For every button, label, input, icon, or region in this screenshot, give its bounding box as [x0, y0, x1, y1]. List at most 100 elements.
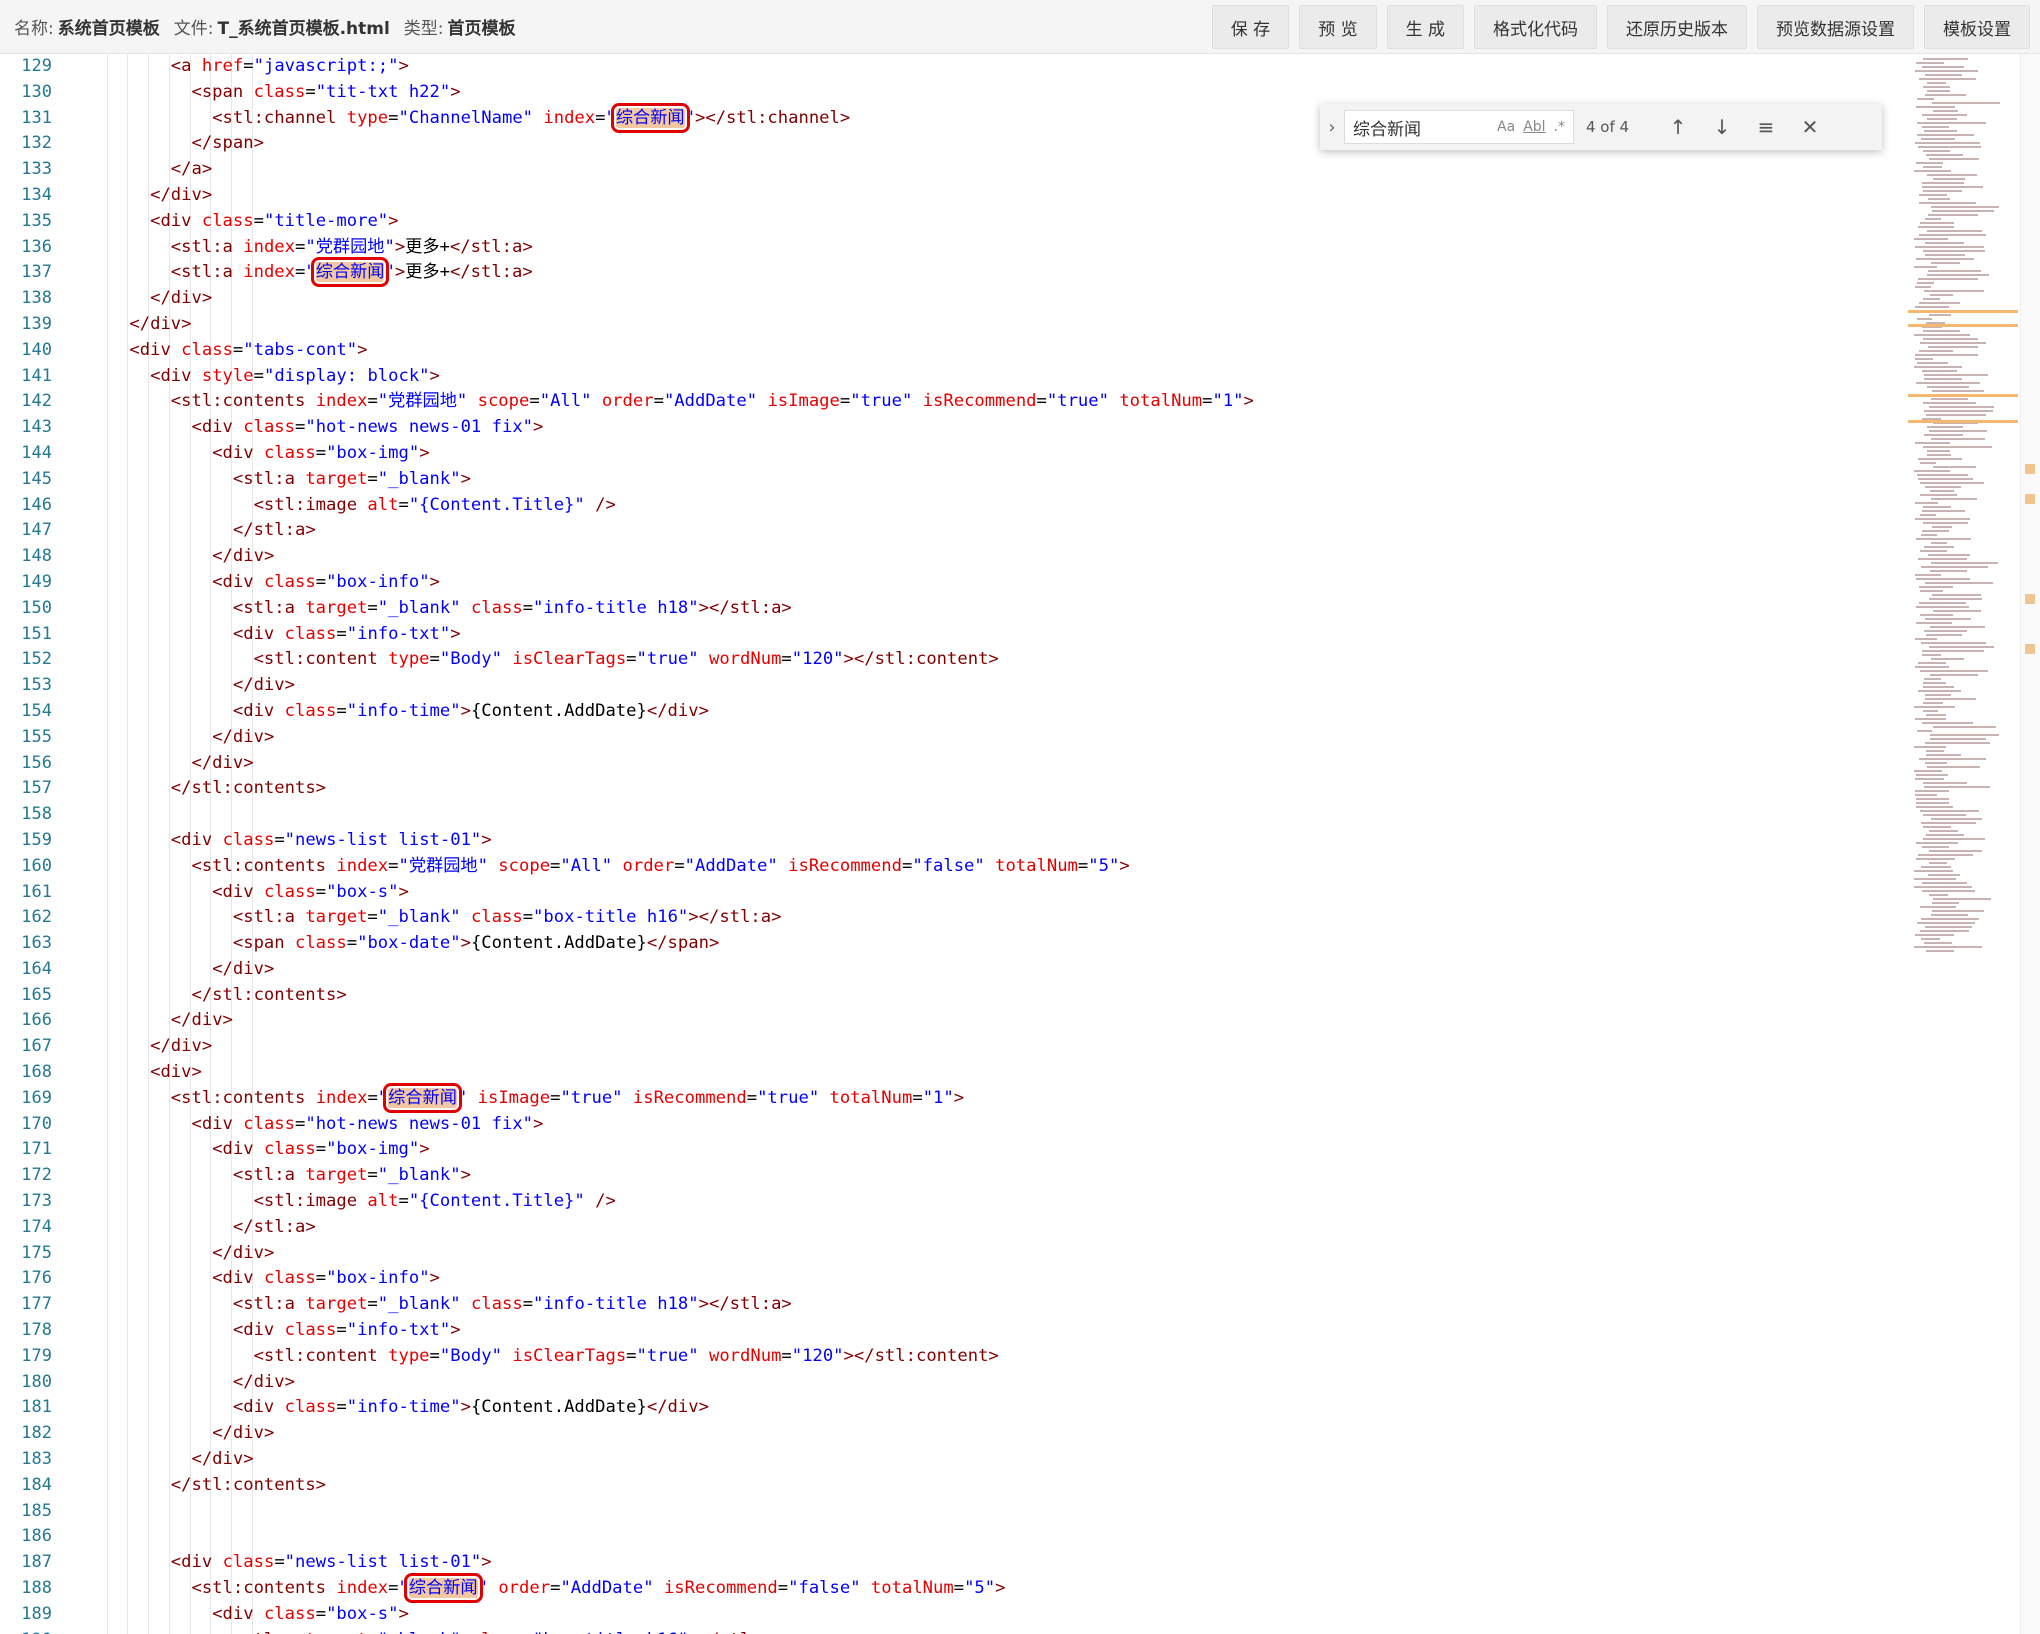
code-line[interactable]: 187 <div class="news-list list-01"> — [0, 1550, 1900, 1576]
code-line[interactable]: 158 — [0, 802, 1900, 828]
template-settings-button[interactable]: 模板设置 — [1924, 5, 2030, 49]
minimap-line — [1915, 358, 1933, 360]
line-number: 174 — [21, 1216, 52, 1237]
previous-match-icon[interactable]: ↑ — [1656, 107, 1700, 147]
code-line[interactable]: 157 </stl:contents> — [0, 776, 1900, 802]
code-line[interactable]: 165 </stl:contents> — [0, 983, 1900, 1009]
close-icon[interactable]: ✕ — [1788, 107, 1832, 147]
code-line[interactable]: 156 </div> — [0, 751, 1900, 777]
code-line[interactable]: 133 </a> — [0, 157, 1900, 183]
format-code-button[interactable]: 格式化代码 — [1474, 5, 1597, 49]
code-line[interactable]: 155 </div> — [0, 725, 1900, 751]
code-line[interactable]: 136 <stl:a index="党群园地">更多+</stl:a> — [0, 235, 1900, 261]
code-line[interactable]: 183 </div> — [0, 1447, 1900, 1473]
code-line[interactable]: 144 <div class="box-img"> — [0, 441, 1900, 467]
minimap-line — [1925, 254, 1965, 256]
code-line[interactable]: 170 <div class="hot-news news-01 fix"> — [0, 1112, 1900, 1138]
code-line[interactable]: 147 </stl:a> — [0, 518, 1900, 544]
code-line[interactable]: 186 — [0, 1524, 1900, 1550]
code-line[interactable]: 153 </div> — [0, 673, 1900, 699]
code-line[interactable]: 152 <stl:content type="Body" isClearTags… — [0, 647, 1900, 673]
code-lines[interactable]: 129 <a href="javascript:;"> 130 <span cla… — [0, 54, 1900, 1634]
code-line[interactable]: 181 <div class="info-time">{Content.AddD… — [0, 1395, 1900, 1421]
code-line[interactable]: 164 </div> — [0, 957, 1900, 983]
minimap-line — [1931, 498, 1977, 500]
code-line[interactable]: 146 <stl:image alt="{Content.Title}" /> — [0, 493, 1900, 519]
save-button[interactable]: 保 存 — [1211, 5, 1290, 49]
code-line[interactable]: 162 <stl:a target="_blank" class="box-ti… — [0, 905, 1900, 931]
code-line[interactable]: 161 <div class="box-s"> — [0, 880, 1900, 906]
minimap-line — [1932, 594, 1981, 596]
code-line[interactable]: 173 <stl:image alt="{Content.Title}" /> — [0, 1189, 1900, 1215]
line-number: 171 — [21, 1139, 52, 1160]
minimap-line — [1928, 270, 1981, 272]
minimap-line — [1920, 810, 1979, 812]
code-line[interactable]: 151 <div class="info-txt"> — [0, 622, 1900, 648]
code-line[interactable]: 150 <stl:a target="_blank" class="info-t… — [0, 596, 1900, 622]
code-line[interactable]: 176 <div class="box-info"> — [0, 1266, 1900, 1292]
code-line[interactable]: 179 <stl:content type="Body" isClearTags… — [0, 1344, 1900, 1370]
whole-word-icon[interactable]: Abl — [1523, 119, 1545, 135]
preview-button[interactable]: 预 览 — [1299, 5, 1377, 49]
minimap-line — [1929, 862, 1947, 864]
minimap-line — [1919, 302, 1960, 304]
code-line[interactable]: 189 <div class="box-s"> — [0, 1602, 1900, 1628]
code-line[interactable]: 129 <a href="javascript:;"> — [0, 54, 1900, 80]
code-line[interactable]: 185 — [0, 1499, 1900, 1525]
code-line[interactable]: 166 </div> — [0, 1008, 1900, 1034]
minimap-line — [1915, 638, 1937, 640]
code-line[interactable]: 135 <div class="title-more"> — [0, 209, 1900, 235]
code-line[interactable]: 141 <div style="display: block"> — [0, 364, 1900, 390]
code-line[interactable]: 177 <stl:a target="_blank" class="info-t… — [0, 1292, 1900, 1318]
regex-icon[interactable]: .* — [1554, 119, 1565, 135]
code-line[interactable]: 172 <stl:a target="_blank"> — [0, 1163, 1900, 1189]
code-line[interactable]: 184 </stl:contents> — [0, 1473, 1900, 1499]
code-line[interactable]: 160 <stl:contents index="党群园地" scope="Al… — [0, 854, 1900, 880]
code-line[interactable]: 142 <stl:contents index="党群园地" scope="Al… — [0, 389, 1900, 415]
overview-ruler[interactable] — [2020, 54, 2040, 1634]
code-line[interactable]: 169 <stl:contents index="综合新闻" isImage="… — [0, 1082, 1900, 1113]
toggle-replace-icon[interactable]: › — [1320, 117, 1344, 138]
code-line[interactable]: 167 </div> — [0, 1034, 1900, 1060]
code-line[interactable]: 139 </div> — [0, 312, 1900, 338]
code-line[interactable]: 130 <span class="tit-txt h22"> — [0, 80, 1900, 106]
restore-history-button[interactable]: 还原历史版本 — [1607, 5, 1747, 49]
minimap-line — [1920, 670, 1988, 672]
find-input[interactable]: 综合新闻 Aa Abl .* — [1344, 110, 1574, 144]
generate-button[interactable]: 生 成 — [1386, 5, 1464, 49]
code-line[interactable]: 137 <stl:a index="综合新闻">更多+</stl:a> — [0, 257, 1900, 288]
code-text: </div> — [212, 726, 275, 747]
minimap-line — [1920, 494, 1957, 496]
code-line[interactable]: 138 </div> — [0, 286, 1900, 312]
minimap-line — [1915, 790, 1949, 792]
minimap-line — [1915, 142, 1980, 144]
minimap-line — [1925, 94, 1966, 96]
code-editor[interactable]: 129 <a href="javascript:;"> 130 <span cla… — [0, 54, 2040, 1634]
match-case-icon[interactable]: Aa — [1497, 119, 1515, 135]
code-line[interactable]: 134 </div> — [0, 183, 1900, 209]
code-line[interactable]: 148 </div> — [0, 544, 1900, 570]
find-in-selection-icon[interactable]: ≡ — [1744, 107, 1788, 147]
code-line[interactable]: 182 </div> — [0, 1421, 1900, 1447]
code-line[interactable]: 168 <div> — [0, 1060, 1900, 1086]
code-line[interactable]: 188 <stl:contents index="综合新闻" order="Ad… — [0, 1573, 1900, 1604]
code-line[interactable]: 149 <div class="box-info"> — [0, 570, 1900, 596]
code-line[interactable]: 163 <span class="box-date">{Content.AddD… — [0, 931, 1900, 957]
next-match-icon[interactable]: ↓ — [1700, 107, 1744, 147]
minimap-line — [1922, 654, 1941, 656]
minimap[interactable] — [1908, 54, 2020, 1634]
code-line[interactable]: 175 </div> — [0, 1241, 1900, 1267]
code-line[interactable]: 143 <div class="hot-news news-01 fix"> — [0, 415, 1900, 441]
code-line[interactable]: 174 </stl:a> — [0, 1215, 1900, 1241]
code-line[interactable]: 171 <div class="box-img"> — [0, 1137, 1900, 1163]
code-line[interactable]: 178 <div class="info-txt"> — [0, 1318, 1900, 1344]
minimap-line — [1914, 366, 1962, 368]
code-line[interactable]: 159 <div class="news-list list-01"> — [0, 828, 1900, 854]
line-number: 187 — [21, 1552, 52, 1573]
preview-datasource-button[interactable]: 预览数据源设置 — [1757, 5, 1914, 49]
code-line[interactable]: 180 </div> — [0, 1370, 1900, 1396]
code-line[interactable]: 154 <div class="info-time">{Content.AddD… — [0, 699, 1900, 725]
code-line[interactable]: 145 <stl:a target="_blank"> — [0, 467, 1900, 493]
code-line[interactable]: 190 <stl:a target="_blank" class="box-ti… — [0, 1628, 1900, 1634]
code-line[interactable]: 140 <div class="tabs-cont"> — [0, 338, 1900, 364]
